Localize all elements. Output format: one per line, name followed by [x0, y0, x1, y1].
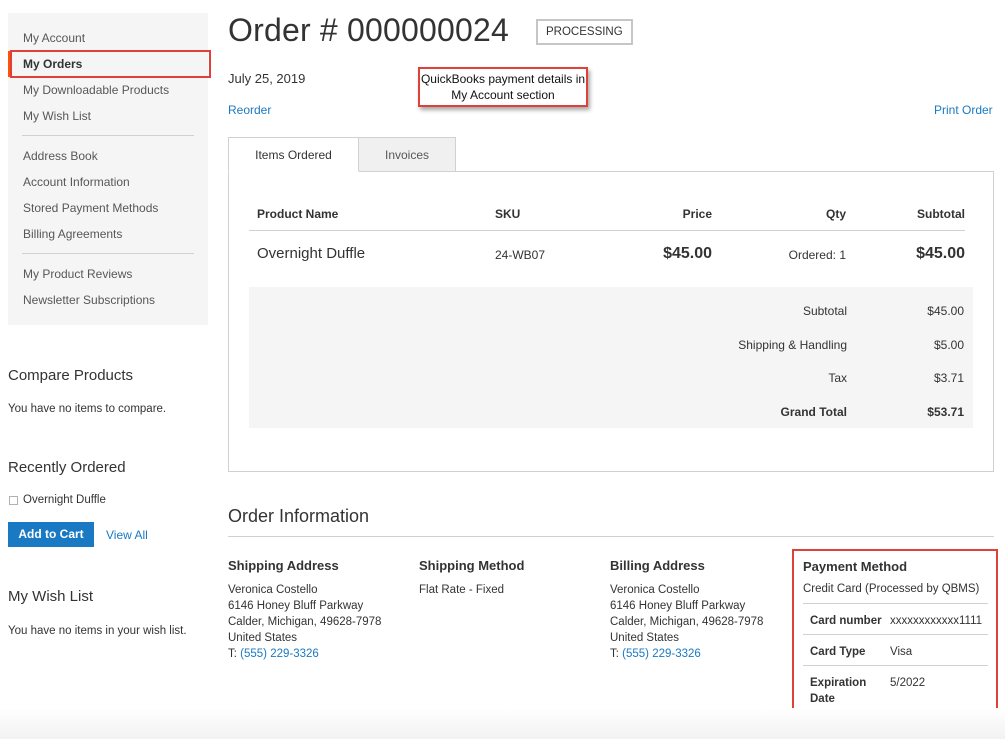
phone-prefix: T: — [610, 648, 619, 660]
page-title: Order # 000000024 — [228, 12, 509, 48]
address-line: Veronica Costello — [610, 584, 700, 596]
payment-method-name: Credit Card (Processed by QBMS) — [803, 583, 980, 595]
compare-empty-text: You have no items to compare. — [8, 403, 167, 415]
table-row: Expiration Date 5/2022 — [803, 666, 988, 712]
payment-details-table: Card number xxxxxxxxxxxx1111 Card Type V… — [803, 603, 988, 712]
nav-billing-agreements[interactable]: Billing Agreements — [8, 221, 208, 247]
nav-account-information[interactable]: Account Information — [8, 169, 208, 195]
total-value: $3.71 — [933, 371, 964, 385]
header-qty: Qty — [825, 207, 846, 221]
phone-line: T: (555) 229-3326 — [610, 646, 790, 662]
recent-item-checkbox[interactable] — [9, 495, 18, 505]
compare-products-title: Compare Products — [8, 367, 134, 384]
print-order-link[interactable]: Print Order — [934, 103, 993, 117]
header-subtotal: Subtotal — [917, 207, 965, 221]
card-type-label: Card Type — [810, 646, 866, 658]
shipping-method-block: Shipping Method Flat Rate - Fixed — [419, 558, 599, 598]
order-status-badge: PROCESSING — [536, 19, 633, 45]
product-name: Overnight Duffle — [257, 245, 366, 262]
card-number-value: xxxxxxxxxxxx1111 — [890, 615, 983, 627]
nav-my-account[interactable]: My Account — [8, 25, 208, 51]
total-value: $53.71 — [927, 405, 964, 419]
expiration-date-label: Expiration Date — [810, 677, 867, 705]
nav-downloadable-products[interactable]: My Downloadable Products — [8, 77, 208, 103]
card-number-label: Card number — [810, 615, 882, 627]
product-qty: Ordered: 1 — [788, 248, 846, 262]
annotation-callout: QuickBooks payment details in My Account… — [418, 67, 588, 107]
total-label: Shipping & Handling — [738, 338, 847, 352]
nav-stored-payment-methods[interactable]: Stored Payment Methods — [8, 195, 208, 221]
account-nav: My Account My Orders My Downloadable Pro… — [8, 13, 211, 325]
phone-link[interactable]: (555) 229-3326 — [622, 648, 701, 660]
recent-order-item: Overnight Duffle — [9, 494, 106, 506]
billing-address-block: Billing Address Veronica Costello 6146 H… — [610, 558, 790, 662]
table-header: Product Name SKU Price Qty Subtotal — [249, 200, 965, 231]
nav-wish-list[interactable]: My Wish List — [8, 103, 208, 129]
expiration-date-value: 5/2022 — [890, 677, 926, 689]
total-value: $5.00 — [933, 338, 964, 352]
order-date: July 25, 2019 — [228, 71, 306, 86]
billing-address-title: Billing Address — [610, 558, 705, 573]
total-value: $45.00 — [927, 304, 964, 318]
header-sku: SKU — [495, 207, 521, 221]
nav-divider — [22, 253, 194, 254]
nav-my-orders[interactable]: My Orders — [8, 50, 211, 78]
total-label: Grand Total — [780, 405, 847, 419]
recently-ordered-title: Recently Ordered — [8, 459, 126, 476]
phone-prefix: T: — [228, 648, 237, 660]
table-row: Overnight Duffle 24-WB07 $45.00 Ordered:… — [249, 231, 965, 286]
address-line: United States — [228, 632, 298, 644]
order-totals: Subtotal $45.00 Shipping & Handling $5.0… — [249, 287, 973, 428]
address-line: Calder, Michigan, 49628-7978 — [228, 616, 382, 628]
header-product-name: Product Name — [257, 207, 339, 221]
table-row: Card Type Visa — [803, 635, 988, 666]
tab-items-ordered[interactable]: Items Ordered — [228, 137, 359, 172]
product-sku: 24-WB07 — [495, 248, 546, 262]
total-label: Subtotal — [802, 304, 847, 318]
header-price: Price — [682, 207, 712, 221]
phone-link[interactable]: (555) 229-3326 — [240, 648, 319, 660]
add-to-cart-button[interactable]: Add to Cart — [8, 522, 94, 547]
address-line: 6146 Honey Bluff Parkway — [228, 600, 364, 612]
address-line: 6146 Honey Bluff Parkway — [610, 600, 746, 612]
wish-list-title: My Wish List — [8, 588, 94, 605]
page-footer-shade — [0, 708, 1005, 739]
table-row: Card number xxxxxxxxxxxx1111 — [803, 604, 988, 635]
items-ordered-panel: Product Name SKU Price Qty Subtotal Over… — [228, 171, 994, 472]
order-tabs: Items Ordered Invoices — [228, 137, 456, 172]
order-information-title: Order Information — [228, 506, 370, 526]
address-line: Calder, Michigan, 49628-7978 — [610, 616, 764, 628]
product-price: $45.00 — [663, 245, 712, 262]
tab-invoices[interactable]: Invoices — [358, 137, 456, 172]
section-divider — [228, 536, 994, 537]
wish-list-empty-text: You have no items in your wish list. — [8, 625, 187, 637]
total-label: Tax — [828, 371, 847, 385]
phone-line: T: (555) 229-3326 — [228, 646, 408, 662]
nav-address-book[interactable]: Address Book — [8, 143, 208, 169]
payment-method-block: Payment Method Credit Card (Processed by… — [803, 559, 988, 712]
view-all-link[interactable]: View All — [106, 528, 148, 542]
nav-newsletter-subscriptions[interactable]: Newsletter Subscriptions — [8, 287, 208, 313]
reorder-link[interactable]: Reorder — [228, 103, 271, 117]
address-line: United States — [610, 632, 680, 644]
card-type-value: Visa — [890, 646, 913, 658]
nav-divider — [22, 135, 194, 136]
shipping-method-title: Shipping Method — [419, 558, 525, 573]
shipping-address-title: Shipping Address — [228, 558, 339, 573]
recent-item-label: Overnight Duffle — [23, 494, 106, 506]
shipping-address-block: Shipping Address Veronica Costello 6146 … — [228, 558, 408, 662]
address-line: Veronica Costello — [228, 584, 318, 596]
nav-product-reviews[interactable]: My Product Reviews — [8, 261, 208, 287]
product-subtotal: $45.00 — [916, 245, 965, 262]
payment-method-title: Payment Method — [803, 559, 908, 574]
shipping-method-value: Flat Rate - Fixed — [419, 584, 504, 596]
